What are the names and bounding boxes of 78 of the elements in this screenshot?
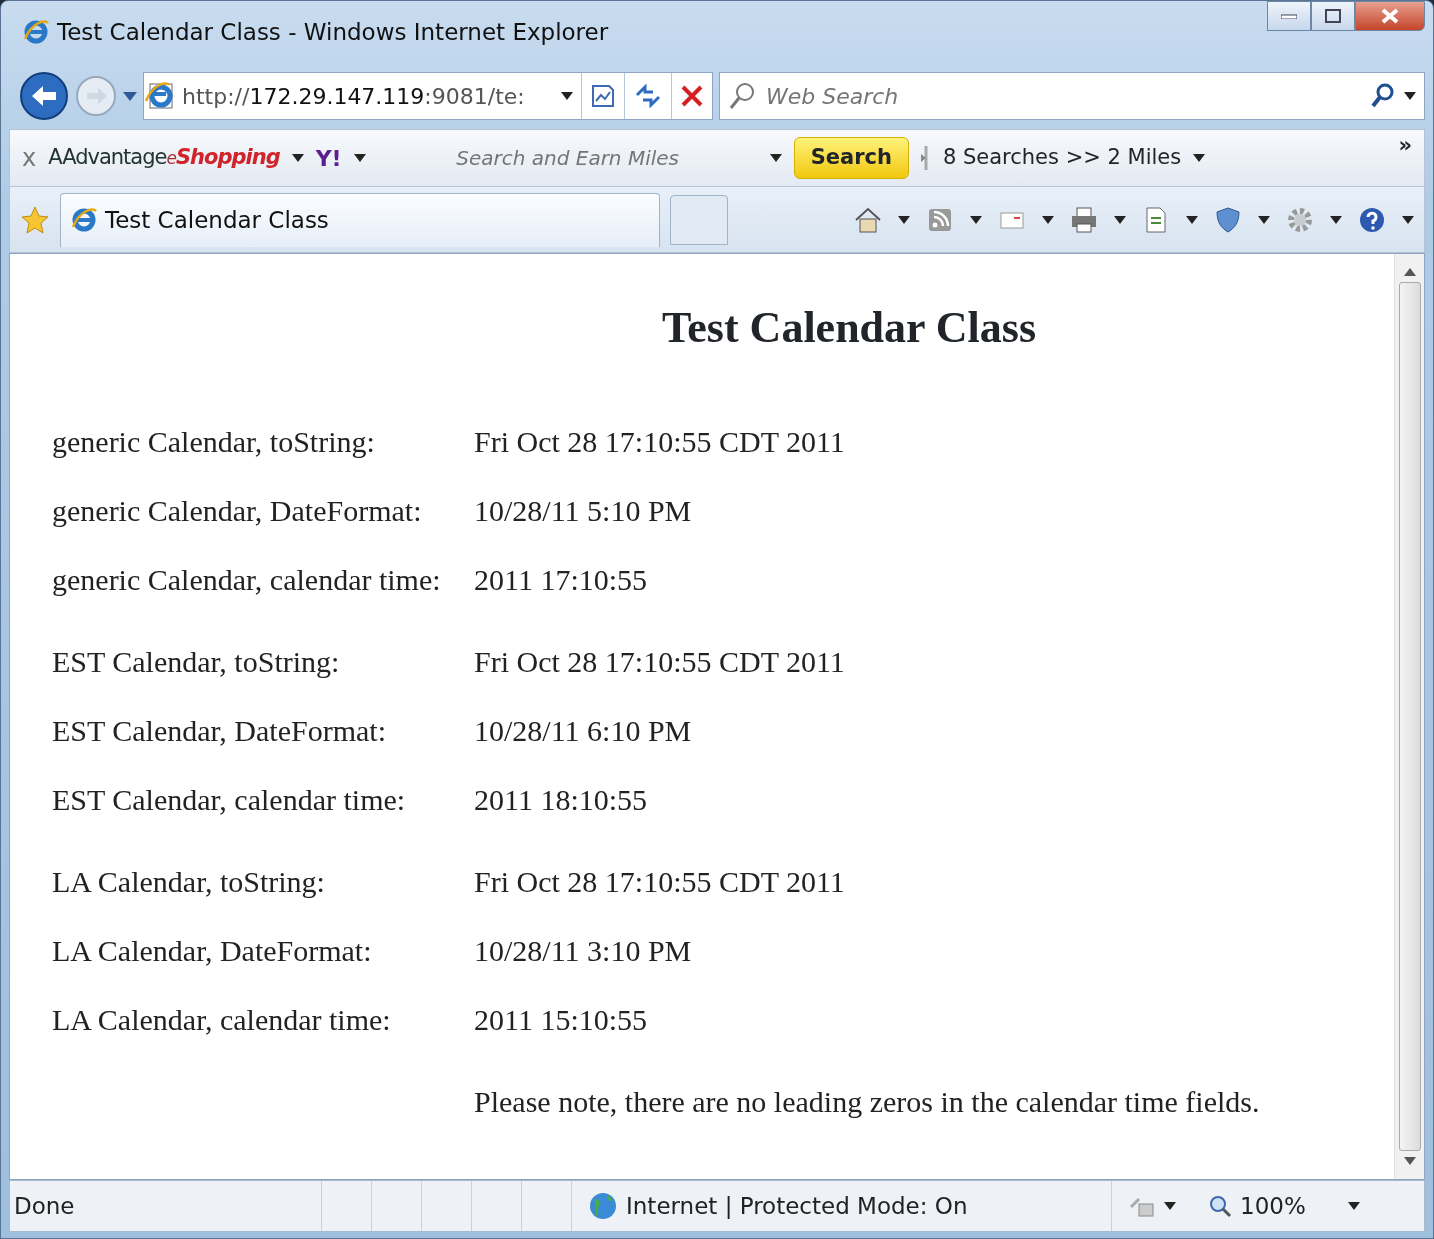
scrollbar-thumb[interactable] [1398, 282, 1421, 1151]
field-value: 10/28/11 6:10 PM [474, 712, 692, 749]
caret-icon[interactable] [291, 154, 304, 162]
field-value: Fri Oct 28 17:10:55 CDT 2011 [474, 423, 845, 460]
caret-icon[interactable] [561, 92, 573, 100]
field-value: 10/28/11 3:10 PM [474, 932, 692, 969]
field-label: LA Calendar, toString: [52, 863, 326, 900]
maximize-icon [1325, 9, 1341, 23]
caret-icon[interactable] [898, 215, 910, 224]
scroll-up-icon[interactable] [1403, 268, 1416, 276]
scroll-down-icon[interactable] [1403, 1157, 1416, 1165]
url-text: http://172.29.147.119:9081/te: [182, 82, 525, 111]
toolbar-logo[interactable]: AAdvantageeShopping [48, 142, 280, 174]
globe-icon [588, 1191, 618, 1221]
search-box[interactable]: Web Search [719, 72, 1425, 120]
back-button[interactable] [19, 71, 69, 121]
field-label: generic Calendar, DateFormat: [52, 492, 423, 529]
minimize-icon [1281, 13, 1297, 19]
field-label: LA Calendar, calendar time: [52, 1001, 392, 1038]
caret-icon[interactable] [1193, 154, 1206, 162]
caret-icon[interactable] [1114, 215, 1126, 224]
page-heading: Test Calendar Class [662, 302, 1038, 354]
help-icon[interactable] [1358, 205, 1386, 234]
search-icon[interactable] [1370, 82, 1396, 110]
caret-icon[interactable] [1164, 1202, 1176, 1210]
shield-icon[interactable] [1214, 205, 1242, 234]
yahoo-logo[interactable]: Y! [315, 141, 342, 175]
separator-icon [920, 146, 931, 170]
field-label: LA Calendar, DateFormat: [52, 932, 373, 969]
caret-icon[interactable] [970, 215, 982, 224]
refresh-icon[interactable] [633, 83, 663, 109]
search-button[interactable]: Search [793, 137, 909, 179]
search-icon [728, 81, 756, 111]
minimize-button[interactable] [1267, 1, 1311, 31]
compatibility-icon[interactable] [590, 83, 616, 109]
scrollbar[interactable] [1394, 254, 1424, 1179]
print-icon[interactable] [1070, 205, 1098, 234]
caret-icon[interactable] [769, 154, 782, 162]
field-label: EST Calendar, DateFormat: [52, 712, 387, 749]
field-value: 10/28/11 5:10 PM [474, 492, 692, 529]
search-field[interactable]: Search and Earn Miles [377, 145, 758, 171]
more-button[interactable]: » [1398, 130, 1412, 162]
caret-icon[interactable] [353, 154, 366, 162]
field-value: 2011 18:10:55 [474, 781, 648, 818]
caret-icon[interactable] [1042, 215, 1054, 224]
search-field[interactable]: Web Search [764, 82, 1362, 110]
search-count-text[interactable]: 8 Searches >> 2 Miles [942, 142, 1182, 174]
ie-logo-icon [71, 207, 97, 233]
stop-icon[interactable] [680, 84, 704, 108]
note-text: Please note, there are no leading zeros in the calendar time fields. [474, 1083, 1260, 1120]
field-value: Fri Oct 28 17:10:55 CDT 2011 [474, 863, 845, 900]
browser-tab[interactable]: Test Calendar Class [60, 192, 660, 247]
caret-icon[interactable] [1258, 215, 1270, 224]
zoom-control[interactable]: 100% [1192, 1188, 1322, 1224]
field-label: EST Calendar, toString: [52, 643, 341, 680]
maximize-button[interactable] [1311, 1, 1355, 31]
toolbar-close-button[interactable]: x [22, 140, 37, 176]
security-zone-text: Internet | Protected Mode: On [626, 1191, 968, 1221]
field-value: 2011 15:10:55 [474, 1001, 648, 1038]
field-value: Fri Oct 28 17:10:55 CDT 2011 [474, 643, 845, 680]
home-icon[interactable] [854, 205, 882, 234]
field-value: 2011 17:10:55 [474, 561, 648, 598]
address-bar[interactable]: http://172.29.147.119:9081/te: [143, 72, 713, 120]
caret-icon[interactable] [1404, 92, 1416, 100]
field-label: EST Calendar, calendar time: [52, 781, 407, 818]
caret-icon[interactable] [1330, 215, 1342, 224]
caret-icon[interactable] [1347, 1202, 1360, 1210]
close-button[interactable] [1355, 1, 1425, 31]
caret-icon[interactable] [1402, 215, 1414, 224]
ie-logo-icon [23, 19, 49, 45]
window-title: Test Calendar Class - Windows Internet Explorer [57, 17, 609, 47]
close-icon [1381, 8, 1399, 24]
zoom-icon [1208, 1194, 1232, 1218]
field-label: generic Calendar, calendar time: [52, 561, 442, 598]
field-label: generic Calendar, toString: [52, 423, 376, 460]
favorites-star-icon[interactable] [20, 204, 50, 235]
status-text: Done [13, 1191, 76, 1221]
caret-icon[interactable] [1186, 215, 1198, 224]
